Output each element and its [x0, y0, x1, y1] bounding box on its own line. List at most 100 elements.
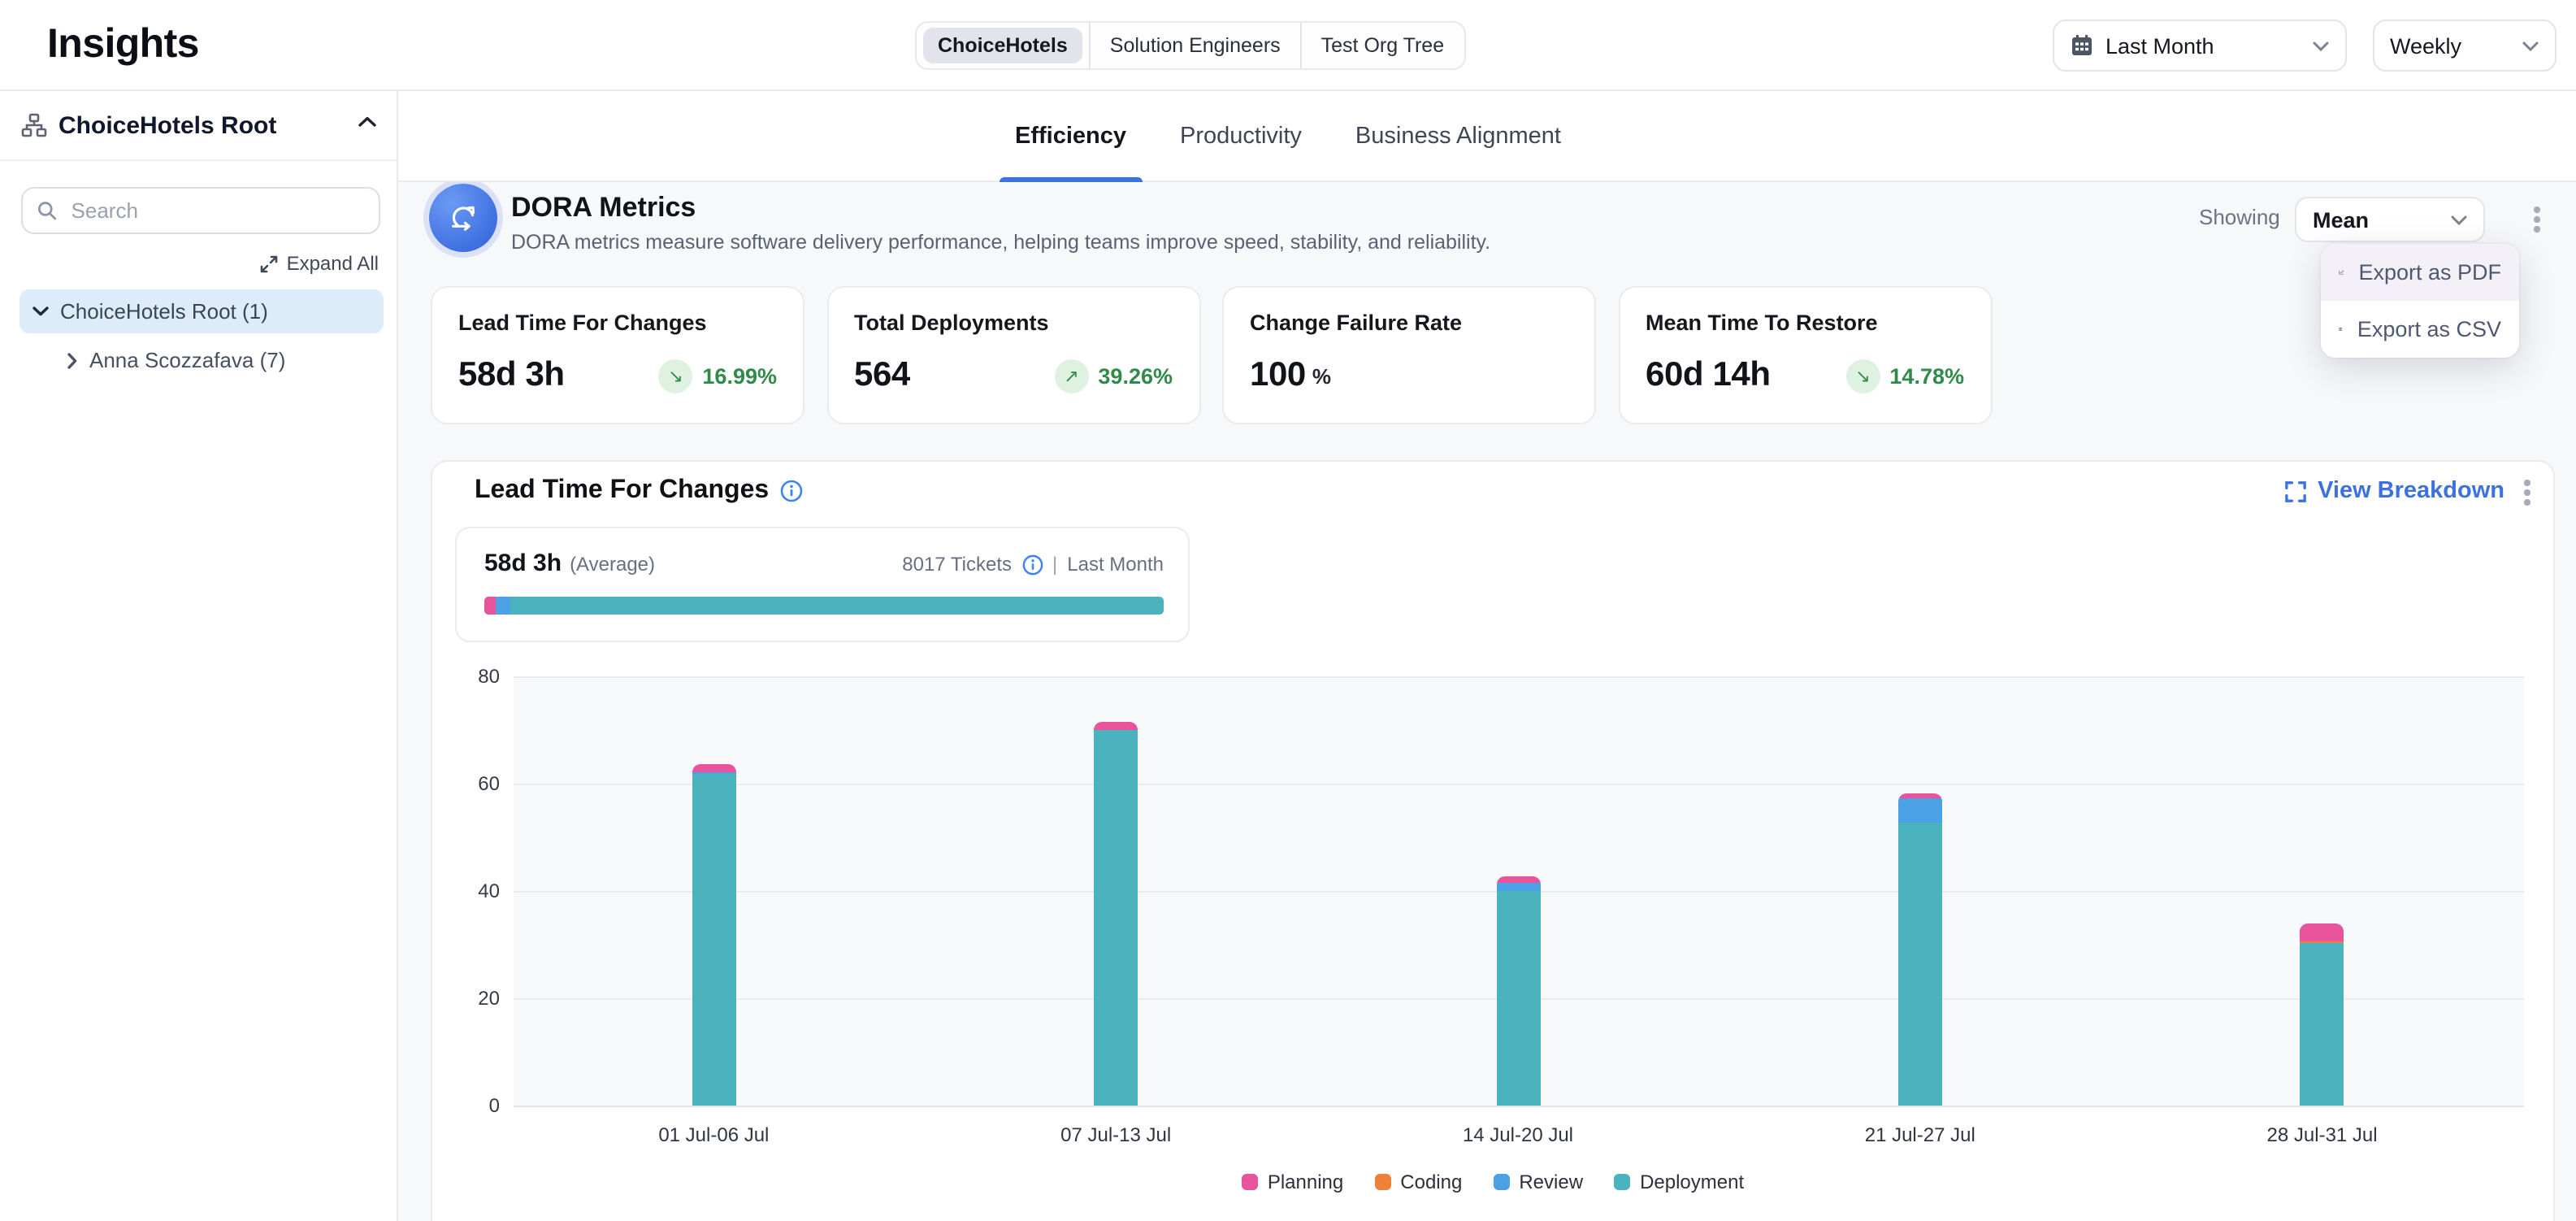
showing-label: Showing [2199, 205, 2280, 229]
org-tab-test-org-tree[interactable]: Test Org Tree [1300, 23, 1464, 68]
metric-value: 58d 3h [458, 356, 565, 395]
sidebar-search [21, 187, 380, 234]
legend-item-review[interactable]: Review [1493, 1171, 1583, 1193]
chevron-down-icon [33, 306, 49, 317]
collapse-chevron-up-icon[interactable] [358, 115, 377, 128]
stacked-bar-14-jul-20-jul[interactable] [1496, 876, 1540, 1105]
metric-value: 60d 14h [1646, 356, 1771, 395]
x-axis-label: 14 Jul-20 Jul [1396, 1123, 1640, 1145]
tab-business-alignment[interactable]: Business Alignment [1355, 91, 1561, 182]
tree-item-choicehotels-root[interactable]: ChoiceHotels Root (1) [20, 289, 384, 333]
search-input[interactable] [68, 197, 364, 224]
fullscreen-corners-icon [2285, 480, 2306, 502]
bar-segment-planning [1496, 876, 1540, 884]
average-value: 58d 3h [484, 550, 562, 577]
legend-item-planning[interactable]: Planning [1242, 1171, 1343, 1193]
metric-value: 100 [1250, 356, 1306, 395]
bar-segment-deployment [692, 775, 735, 1105]
bar-segment-deployment [1496, 891, 1540, 1106]
lead-time-chart: 02040608001 Jul-06 Jul07 Jul-13 Jul14 Ju… [513, 676, 2523, 1105]
dora-metrics-title: DORA Metrics [511, 192, 696, 224]
trend-up-icon: ↗ [1054, 358, 1088, 393]
org-chart-icon [21, 112, 47, 138]
phase-segment-review [495, 597, 510, 615]
page-title: Insights [47, 21, 199, 68]
metric-title: Mean Time To Restore [1646, 311, 1964, 335]
legend-swatch [1374, 1174, 1390, 1190]
gridline-80 [513, 676, 2523, 678]
showing-mean-value: Mean [2313, 207, 2438, 232]
lead-time-more-menu-button[interactable] [2514, 475, 2540, 511]
search-icon [37, 200, 57, 221]
x-axis-label: 28 Jul-31 Jul [2201, 1123, 2444, 1145]
metric-unit: % [1312, 363, 1331, 388]
granularity-select[interactable]: Weekly [2372, 20, 2556, 72]
metric-title: Change Failure Rate [1250, 311, 1568, 335]
y-axis-tick: 80 [445, 665, 500, 688]
chevron-right-icon [67, 352, 78, 368]
sidebar-header: ChoiceHotels Root [0, 91, 397, 161]
stacked-bar-01-jul-06-jul[interactable] [692, 764, 735, 1105]
efficiency-panel: DORA Metrics DORA metrics measure softwa… [398, 182, 2576, 1221]
phase-distribution-bar [484, 597, 1164, 615]
stacked-bar-28-jul-31-jul[interactable] [2301, 923, 2344, 1105]
stacked-bar-07-jul-13-jul[interactable] [1094, 723, 1138, 1105]
chevron-down-icon [2522, 40, 2538, 51]
dora-metrics-subtitle: DORA metrics measure software delivery p… [511, 231, 1490, 254]
bar-segment-planning [2301, 923, 2344, 941]
legend-item-deployment[interactable]: Deployment [1614, 1171, 1744, 1193]
org-tab-solution-engineers[interactable]: Solution Engineers [1089, 23, 1300, 68]
metric-card-total-deployments: Total Deployments 564 ↗ 39.26% [826, 286, 1200, 424]
period-label: Last Month [1067, 553, 1164, 576]
bar-segment-deployment [2301, 942, 2344, 1105]
trend-badge: ↘ 16.99% [658, 358, 777, 393]
metric-title: Total Deployments [854, 311, 1173, 335]
bar-segment-review [1898, 799, 1942, 822]
tab-productivity[interactable]: Productivity [1180, 91, 1302, 182]
org-switcher: ChoiceHotels Solution Engineers Test Org… [915, 21, 1465, 70]
phase-segment-planning [484, 597, 495, 615]
tab-efficiency[interactable]: Efficiency [1015, 91, 1126, 182]
legend-swatch [1614, 1174, 1630, 1190]
bar-segment-review [1496, 884, 1540, 891]
export-pdf-menu-item[interactable]: Export as PDF [2321, 244, 2519, 301]
sidebar: ChoiceHotels Root Expand All ChoiceHotel… [0, 91, 398, 1221]
table-icon [2339, 317, 2343, 341]
granularity-value: Weekly [2390, 33, 2509, 58]
trend-badge: ↗ 39.26% [1054, 358, 1173, 393]
chevron-down-icon [2312, 40, 2328, 51]
date-range-select[interactable]: Last Month [2052, 20, 2346, 72]
x-axis-label: 07 Jul-13 Jul [994, 1123, 1238, 1145]
lead-time-section: Lead Time For Changes View Breakdown 58d… [431, 460, 2555, 1221]
view-breakdown-button[interactable]: View Breakdown [2285, 478, 2504, 504]
y-axis-tick: 20 [445, 986, 500, 1009]
org-tab-choicehotels[interactable]: ChoiceHotels [917, 23, 1089, 68]
dora-metrics-icon [429, 184, 497, 252]
info-icon[interactable] [780, 480, 803, 502]
info-icon[interactable] [1021, 554, 1043, 575]
showing-mean-select[interactable]: Mean [2295, 197, 2485, 242]
y-axis-tick: 40 [445, 880, 500, 902]
chevron-down-icon [2451, 214, 2467, 225]
tree-item-anna-scozzafava[interactable]: Anna Scozzafava (7) [20, 338, 384, 382]
y-axis-tick: 60 [445, 772, 500, 795]
metric-card-change-failure-rate: Change Failure Rate 100 % [1222, 286, 1596, 424]
bar-segment-planning [1094, 723, 1138, 730]
legend-item-coding[interactable]: Coding [1374, 1171, 1462, 1193]
legend-label: Review [1519, 1171, 1583, 1193]
legend-swatch [1242, 1174, 1258, 1190]
chart-line-plus-icon [2339, 260, 2344, 285]
expand-all-button[interactable]: Expand All [261, 252, 379, 275]
export-csv-menu-item[interactable]: Export as CSV [2321, 301, 2519, 358]
date-range-value: Last Month [2105, 33, 2299, 58]
trend-badge: ↘ 14.78% [1845, 358, 1964, 393]
stacked-bar-21-jul-27-jul[interactable] [1898, 794, 1942, 1105]
x-axis-label: 01 Jul-06 Jul [592, 1123, 835, 1145]
dora-more-menu-button[interactable] [2524, 202, 2550, 237]
expand-all-icon [261, 254, 279, 272]
gridline-0 [513, 1105, 2523, 1106]
trend-down-icon: ↘ [658, 358, 692, 393]
x-axis-label: 21 Jul-27 Jul [1798, 1123, 2042, 1145]
legend-swatch [1493, 1174, 1509, 1190]
metric-title: Lead Time For Changes [458, 311, 777, 335]
